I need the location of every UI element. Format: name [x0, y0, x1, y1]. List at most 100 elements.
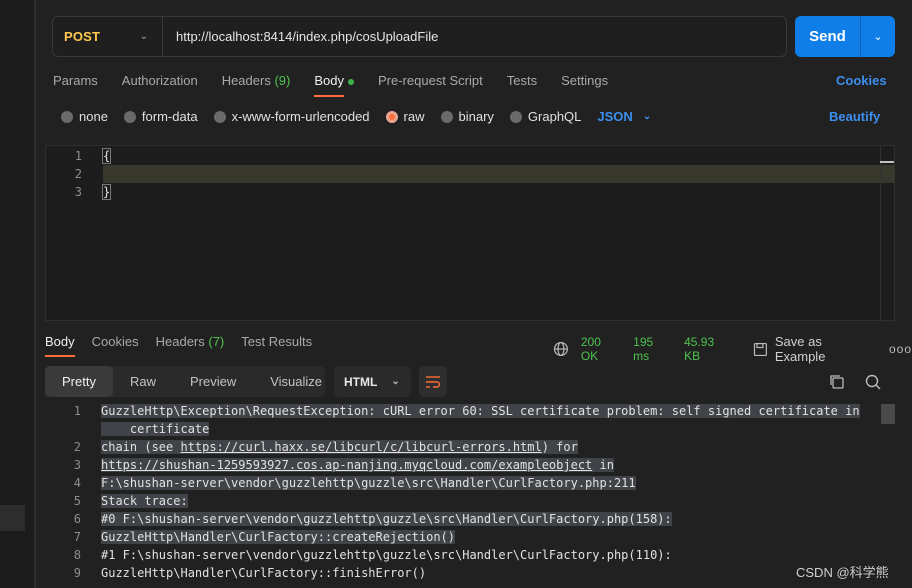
code-line: GuzzleHttp\Handler\CurlFactory::finishEr… — [101, 566, 426, 580]
tab-label: Test Results — [241, 334, 313, 349]
tab-label: Settings — [561, 73, 609, 88]
code-line: F:\shushan-server\vendor\guzzlehttp\guzz… — [101, 476, 636, 490]
code-text: GuzzleHttp\Exception\RequestException: c… — [101, 404, 860, 418]
chevron-down-icon: ⌄ — [873, 31, 883, 43]
status-code[interactable]: 200 OK — [581, 335, 621, 363]
radio-circle — [213, 110, 226, 123]
radio-circle — [123, 110, 136, 123]
tab-label: Body — [314, 73, 344, 88]
body-indicator-dot — [347, 78, 354, 85]
method-select[interactable]: POST ⌄ — [53, 17, 163, 56]
tab-tests[interactable]: Tests — [507, 73, 537, 97]
radio-binary[interactable]: binary — [440, 109, 494, 124]
radio-circle-selected — [385, 110, 398, 123]
save-as-example-button[interactable]: Save as Example — [753, 334, 875, 364]
tab-label: Pre-request Script — [377, 73, 483, 88]
code-line: GuzzleHttp\Handler\CurlFactory::createRe… — [101, 530, 456, 544]
tab-settings[interactable]: Settings — [561, 73, 608, 97]
radio-circle — [440, 110, 453, 123]
current-line-highlight — [103, 165, 895, 183]
tab-params[interactable]: Params — [53, 73, 98, 97]
headers-count-badge: (9) — [274, 73, 291, 88]
watermark: CSDN @科学熊 — [796, 565, 889, 580]
send-options-button[interactable]: ⌄ — [861, 16, 895, 57]
code-text: GuzzleHttp\Handler\CurlFactory::createRe… — [101, 530, 456, 544]
radio-graphql[interactable]: GraphQL — [509, 109, 581, 124]
tab-response-body[interactable]: Body — [45, 334, 75, 357]
tab-visualize[interactable]: Visualize — [253, 366, 339, 397]
search-icon[interactable] — [864, 373, 882, 391]
tab-test-results[interactable]: Test Results — [241, 334, 312, 357]
tab-raw[interactable]: Raw — [113, 366, 173, 397]
response-language-select[interactable]: HTML ⌄ — [334, 366, 411, 397]
tab-preview[interactable]: Preview — [173, 366, 253, 397]
globe-icon[interactable] — [553, 341, 569, 357]
format-label: JSON — [597, 109, 633, 124]
request-url-bar: POST ⌄ http://localhost:8414/index.php/c… — [52, 16, 787, 57]
response-time[interactable]: 195 ms — [633, 335, 672, 363]
sidebar-divider — [35, 0, 36, 588]
line-number: 5 — [73, 494, 81, 508]
code-line: Stack trace: — [101, 494, 188, 508]
copy-icon[interactable] — [828, 373, 846, 391]
tab-pre-request-script[interactable]: Pre-request Script — [378, 73, 483, 97]
radio-form-data[interactable]: form-data — [123, 109, 198, 124]
line-number: 2 — [73, 440, 81, 454]
chevron-down-icon: ⌄ — [139, 31, 148, 42]
code-line: } — [101, 184, 112, 200]
radio-label: binary — [458, 109, 494, 124]
save-label: Save as Example — [774, 334, 826, 364]
tab-body[interactable]: Body — [314, 73, 354, 97]
tab-response-headers[interactable]: Headers (7) — [156, 334, 225, 357]
radio-raw[interactable]: raw — [385, 109, 425, 124]
response-format-tabs: Pretty Raw Preview Visualize — [45, 366, 325, 397]
tab-label: Tests — [506, 73, 538, 88]
brace-open: { — [101, 148, 112, 164]
tab-pretty[interactable]: Pretty — [45, 366, 113, 397]
response-tabs: Body Cookies Headers (7) Test Results — [45, 334, 329, 357]
code-text: in — [592, 458, 614, 472]
radio-circle — [509, 110, 522, 123]
tab-label: Params — [53, 73, 98, 88]
cookies-link[interactable]: Cookies — [836, 73, 887, 88]
radio-none[interactable]: none — [61, 109, 108, 124]
save-icon — [753, 342, 767, 356]
more-options-icon[interactable]: ooo — [889, 342, 912, 356]
line-number: 2 — [74, 167, 82, 181]
raw-format-select[interactable]: JSON ⌄ — [597, 109, 651, 124]
wrap-lines-button[interactable] — [419, 366, 447, 397]
radio-circle — [61, 110, 73, 123]
line-number: 1 — [73, 404, 81, 418]
code-line: https://shushan-1259593927.cos.ap-nanjin… — [101, 458, 614, 472]
beautify-button[interactable]: Beautify — [829, 109, 880, 124]
language-label: HTML — [344, 374, 378, 389]
line-number: 1 — [74, 149, 82, 163]
url-input[interactable]: http://localhost:8414/index.php/cosUploa… — [163, 29, 438, 44]
sidebar-marker — [0, 505, 25, 531]
radio-urlencoded[interactable]: x-www-form-urlencoded — [213, 109, 370, 124]
response-size[interactable]: 45.93 KB — [684, 335, 733, 363]
left-sidebar-strip — [0, 0, 35, 588]
code-line: #1 F:\shushan-server\vendor\guzzlehttp\g… — [101, 548, 672, 562]
send-button[interactable]: Send — [795, 16, 861, 57]
radio-label: form-data — [141, 109, 198, 124]
request-body-editor[interactable]: 1 2 3 { } — [45, 145, 895, 322]
code-text: #1 F:\shushan-server\vendor\guzzlehttp\g… — [101, 548, 672, 562]
tab-headers[interactable]: Headers (9) — [222, 73, 291, 97]
code-line: { — [101, 148, 112, 164]
tab-response-cookies[interactable]: Cookies — [92, 334, 139, 357]
tab-label: Authorization — [121, 73, 198, 88]
radio-label: x-www-form-urlencoded — [231, 109, 370, 124]
response-body-viewer[interactable]: 1 GuzzleHttp\Exception\RequestException:… — [45, 402, 895, 588]
radio-label: raw — [403, 109, 425, 124]
tab-authorization[interactable]: Authorization — [122, 73, 198, 97]
tab-label: Body — [45, 334, 75, 349]
editor-scroll-track — [880, 146, 881, 322]
code-link[interactable]: https://shushan-1259593927.cos.ap-nanjin… — [101, 458, 592, 472]
tab-label: Headers — [155, 334, 205, 349]
radio-label: none — [79, 109, 108, 124]
line-number: 7 — [73, 530, 81, 544]
response-scrollbar[interactable] — [881, 404, 895, 424]
brace-close: } — [101, 184, 112, 200]
code-link[interactable]: https://curl.haxx.se/libcurl/c/libcurl-e… — [180, 440, 541, 454]
